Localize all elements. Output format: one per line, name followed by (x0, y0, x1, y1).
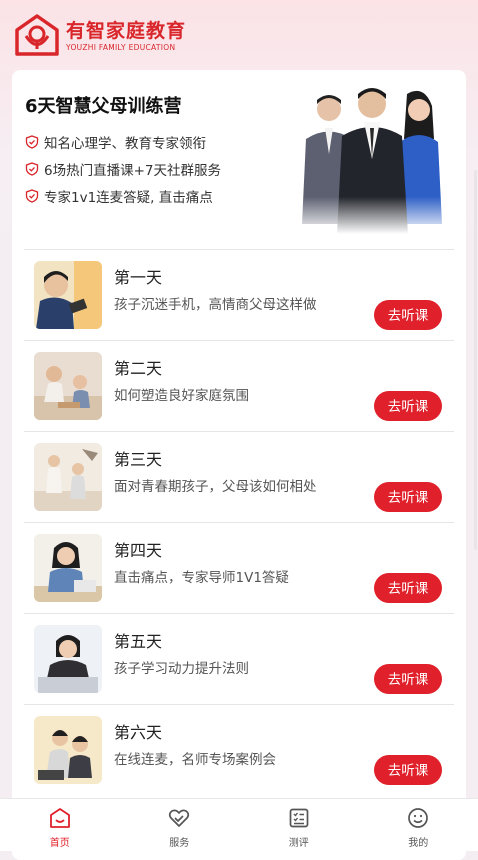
feature-text: 知名心理学、教育专家领衔 (44, 132, 206, 152)
tab-assessment[interactable]: 测评 (239, 799, 359, 851)
lesson-row[interactable]: 第四天 直击痛点，专家导师1V1答疑 去听课 (24, 522, 454, 613)
feature-item: 知名心理学、教育专家领衔 (25, 132, 206, 152)
lesson-thumbnail (34, 261, 102, 329)
lesson-desc: 孩子学习动力提升法则 (114, 657, 249, 677)
lesson-desc: 在线连麦，名师专场案例会 (114, 748, 276, 768)
lesson-row[interactable]: 第二天 如何塑造良好家庭氛围 去听课 (24, 340, 454, 431)
checklist-icon (288, 807, 310, 829)
scrollbar[interactable] (474, 170, 477, 550)
feature-text: 6场热门直播课+7天社群服务 (44, 159, 221, 179)
house-logo-icon (14, 13, 60, 59)
lesson-desc: 如何塑造良好家庭氛围 (114, 384, 249, 404)
tab-label: 首页 (50, 834, 70, 849)
feature-text: 专家1v1连麦答疑, 直击痛点 (44, 186, 213, 206)
tab-label: 服务 (169, 834, 189, 849)
brand-logo[interactable]: 有智家庭教育 YOUZHI FAMILY EDUCATION (14, 13, 186, 59)
lesson-row[interactable]: 第六天 在线连麦，名师专场案例会 去听课 (24, 704, 454, 795)
camp-banner[interactable]: 6天智慧父母训练营 知名心理学、教育专家领衔 6场热门直播课+7天社群服务 专家… (12, 70, 466, 248)
tab-home[interactable]: 首页 (0, 799, 120, 851)
lesson-row[interactable]: 第三天 面对青春期孩子，父母该如何相处 去听课 (24, 431, 454, 522)
shield-check-icon (25, 135, 39, 149)
lesson-thumbnail (34, 716, 102, 784)
lesson-row[interactable]: 第五天 孩子学习动力提升法则 去听课 (24, 613, 454, 704)
bottom-tab-bar: 首页 服务 测评 我的 (0, 798, 478, 851)
tab-profile[interactable]: 我的 (359, 799, 478, 851)
listen-button[interactable]: 去听课 (374, 573, 442, 603)
lesson-day: 第三天 (114, 446, 162, 470)
lesson-day: 第四天 (114, 537, 162, 561)
listen-button[interactable]: 去听课 (374, 664, 442, 694)
shield-check-icon (25, 189, 39, 203)
lesson-day: 第二天 (114, 355, 162, 379)
tab-service[interactable]: 服务 (120, 799, 240, 851)
lesson-thumbnail (34, 443, 102, 511)
lesson-thumbnail (34, 352, 102, 420)
listen-button[interactable]: 去听课 (374, 482, 442, 512)
lesson-thumbnail (34, 625, 102, 693)
listen-button[interactable]: 去听课 (374, 300, 442, 330)
feature-item: 专家1v1连麦答疑, 直击痛点 (25, 186, 213, 206)
listen-button[interactable]: 去听课 (374, 755, 442, 785)
banner-title: 6天智慧父母训练营 (25, 92, 182, 118)
expert-photo (292, 84, 452, 234)
lesson-day: 第五天 (114, 628, 162, 652)
lesson-day: 第六天 (114, 719, 162, 743)
feature-item: 6场热门直播课+7天社群服务 (25, 159, 221, 179)
brand-name: 有智家庭教育 (66, 20, 186, 42)
heart-hand-icon (168, 807, 190, 829)
tab-label: 测评 (289, 834, 309, 849)
lesson-row[interactable]: 第一天 孩子沉迷手机，高情商父母这样做 去听课 (24, 249, 454, 340)
smile-face-icon (407, 807, 429, 829)
shield-check-icon (25, 162, 39, 176)
lesson-day: 第一天 (114, 264, 162, 288)
lesson-thumbnail (34, 534, 102, 602)
lesson-desc: 面对青春期孩子，父母该如何相处 (114, 475, 317, 495)
lesson-list: 第一天 孩子沉迷手机，高情商父母这样做 去听课 第二天 如何塑造良好家庭氛围 去… (24, 249, 454, 795)
listen-button[interactable]: 去听课 (374, 391, 442, 421)
brand-name-en: YOUZHI FAMILY EDUCATION (66, 42, 186, 53)
lesson-desc: 直击痛点，专家导师1V1答疑 (114, 566, 289, 586)
lesson-desc: 孩子沉迷手机，高情商父母这样做 (114, 293, 317, 313)
home-icon (49, 807, 71, 829)
tab-label: 我的 (408, 834, 428, 849)
